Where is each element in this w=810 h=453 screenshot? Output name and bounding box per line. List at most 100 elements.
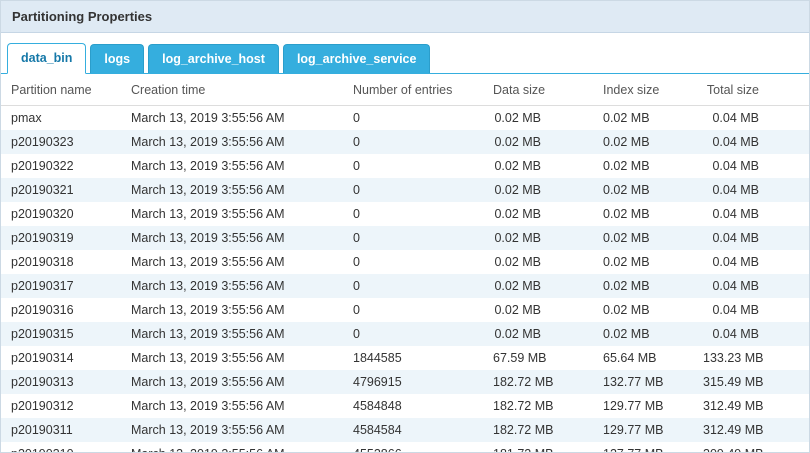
cell-creation-time: March 13, 2019 3:55:56 AM (121, 106, 343, 131)
tab-log_archive_service[interactable]: log_archive_service (283, 44, 431, 73)
cell-partition-name: p20190313 (1, 370, 121, 394)
cell-index-size: 0.02 MB (593, 226, 693, 250)
page-title: Partitioning Properties (12, 9, 152, 24)
cell-number-of-entries: 1844585 (343, 346, 483, 370)
cell-number-of-entries: 0 (343, 274, 483, 298)
cell-number-of-entries: 0 (343, 298, 483, 322)
column-header-data-size: Data size (483, 74, 593, 106)
cell-data-size: 0.02 MB (483, 178, 593, 202)
cell-number-of-entries: 4584848 (343, 394, 483, 418)
cell-index-size: 0.02 MB (593, 250, 693, 274)
cell-creation-time: March 13, 2019 3:55:56 AM (121, 130, 343, 154)
cell-number-of-entries: 0 (343, 226, 483, 250)
cell-index-size: 65.64 MB (593, 346, 693, 370)
tab-data_bin[interactable]: data_bin (7, 43, 86, 74)
table-row: p20190310March 13, 2019 3:55:56 AM455286… (1, 442, 810, 453)
cell-creation-time: March 13, 2019 3:55:56 AM (121, 226, 343, 250)
cell-data-size: 182.72 MB (483, 370, 593, 394)
cell-partition-name: p20190315 (1, 322, 121, 346)
cell-partition-name: p20190317 (1, 274, 121, 298)
cell-total-size: 0.04 MB (693, 154, 810, 178)
cell-number-of-entries: 4584584 (343, 418, 483, 442)
cell-index-size: 0.02 MB (593, 322, 693, 346)
tab-log_archive_host[interactable]: log_archive_host (148, 44, 279, 73)
cell-partition-name: p20190311 (1, 418, 121, 442)
cell-total-size: 315.49 MB (693, 370, 810, 394)
table-row: p20190319March 13, 2019 3:55:56 AM0 0.02 … (1, 226, 810, 250)
cell-index-size: 0.02 MB (593, 154, 693, 178)
table-row: p20190320March 13, 2019 3:55:56 AM00.02 … (1, 202, 810, 226)
title-bar: Partitioning Properties (1, 1, 809, 33)
cell-total-size: 0.04 MB (693, 106, 810, 131)
cell-partition-name: p20190312 (1, 394, 121, 418)
cell-data-size: 182.72 MB (483, 394, 593, 418)
cell-partition-name: p20190319 (1, 226, 121, 250)
cell-total-size: 0.04 MB (693, 274, 810, 298)
table-row: p20190316March 13, 2019 3:55:56 AM00.02 … (1, 298, 810, 322)
partitioning-properties-panel: Partitioning Properties data_binlogslog_… (0, 0, 810, 453)
cell-index-size: 0.02 MB (593, 178, 693, 202)
cell-total-size: 309.49 MB (693, 442, 810, 453)
cell-partition-name: p20190314 (1, 346, 121, 370)
table-row: p20190313March 13, 2019 3:55:56 AM479691… (1, 370, 810, 394)
cell-partition-name: p20190323 (1, 130, 121, 154)
cell-creation-time: March 13, 2019 3:55:56 AM (121, 154, 343, 178)
cell-data-size: 0.02 MB (483, 106, 593, 131)
column-header-creation-time: Creation time (121, 74, 343, 106)
table-row: p20190311March 13, 2019 3:55:56 AM458458… (1, 418, 810, 442)
cell-total-size: 312.49 MB (693, 394, 810, 418)
column-header-number-of-entries: Number of entries (343, 74, 483, 106)
cell-creation-time: March 13, 2019 3:55:56 AM (121, 394, 343, 418)
cell-total-size: 0.04 MB (693, 226, 810, 250)
partitions-table: Partition nameCreation timeNumber of ent… (1, 74, 810, 453)
table-row: p20190322March 13, 2019 3:55:56 AM00.02 … (1, 154, 810, 178)
column-header-index-size: Index size (593, 74, 693, 106)
cell-index-size: 129.77 MB (593, 418, 693, 442)
cell-index-size: 0.02 MB (593, 274, 693, 298)
cell-total-size: 0.04 MB (693, 202, 810, 226)
cell-number-of-entries: 0 (343, 322, 483, 346)
column-header-total-size: Total size (693, 74, 810, 106)
cell-partition-name: pmax (1, 106, 121, 131)
tab-logs[interactable]: logs (90, 44, 144, 73)
cell-creation-time: March 13, 2019 3:55:56 AM (121, 298, 343, 322)
cell-creation-time: March 13, 2019 3:55:56 AM (121, 322, 343, 346)
cell-number-of-entries: 0 (343, 250, 483, 274)
cell-creation-time: March 13, 2019 3:55:56 AM (121, 274, 343, 298)
table-row: p20190321March 13, 2019 3:55:56 AM00.02 … (1, 178, 810, 202)
cell-creation-time: March 13, 2019 3:55:56 AM (121, 346, 343, 370)
table-row: p20190323March 13, 2019 3:55:56 AM00.02 … (1, 130, 810, 154)
cell-creation-time: March 13, 2019 3:55:56 AM (121, 250, 343, 274)
cell-data-size: 0.02 MB (483, 322, 593, 346)
cell-total-size: 0.04 MB (693, 322, 810, 346)
cell-data-size: 181.72 MB (483, 442, 593, 453)
cell-total-size: 312.49 MB (693, 418, 810, 442)
cell-total-size: 133.23 MB (693, 346, 810, 370)
cell-data-size: 0.02 MB (483, 298, 593, 322)
column-header-partition-name: Partition name (1, 74, 121, 106)
table-row: p20190314March 13, 2019 3:55:56 AM184458… (1, 346, 810, 370)
cell-partition-name: p20190321 (1, 178, 121, 202)
cell-partition-name: p20190316 (1, 298, 121, 322)
cell-total-size: 0.04 MB (693, 298, 810, 322)
cell-partition-name: p20190320 (1, 202, 121, 226)
cell-index-size: 132.77 MB (593, 370, 693, 394)
tab-bar: data_binlogslog_archive_hostlog_archive_… (1, 33, 809, 74)
cell-index-size: 0.02 MB (593, 298, 693, 322)
cell-data-size: 0.02 MB (483, 130, 593, 154)
table-row: p20190317March 13, 2019 3:55:56 AM00.02 … (1, 274, 810, 298)
table-row: p20190315March 13, 2019 3:55:56 AM00.02 … (1, 322, 810, 346)
cell-data-size: 0.02 MB (483, 274, 593, 298)
cell-creation-time: March 13, 2019 3:55:56 AM (121, 418, 343, 442)
cell-index-size: 129.77 MB (593, 394, 693, 418)
cell-index-size: 0.02 MB (593, 106, 693, 131)
cell-creation-time: March 13, 2019 3:55:56 AM (121, 370, 343, 394)
cell-index-size: 0.02 MB (593, 202, 693, 226)
cell-creation-time: March 13, 2019 3:55:56 AM (121, 442, 343, 453)
table-row: pmaxMarch 13, 2019 3:55:56 AM00.02 MB0.0… (1, 106, 810, 131)
cell-number-of-entries: 0 (343, 178, 483, 202)
table-body: pmaxMarch 13, 2019 3:55:56 AM00.02 MB0.0… (1, 106, 810, 453)
cell-data-size: 0.02 MB (483, 202, 593, 226)
table-header-row: Partition nameCreation timeNumber of ent… (1, 74, 810, 106)
cell-number-of-entries: 4796915 (343, 370, 483, 394)
